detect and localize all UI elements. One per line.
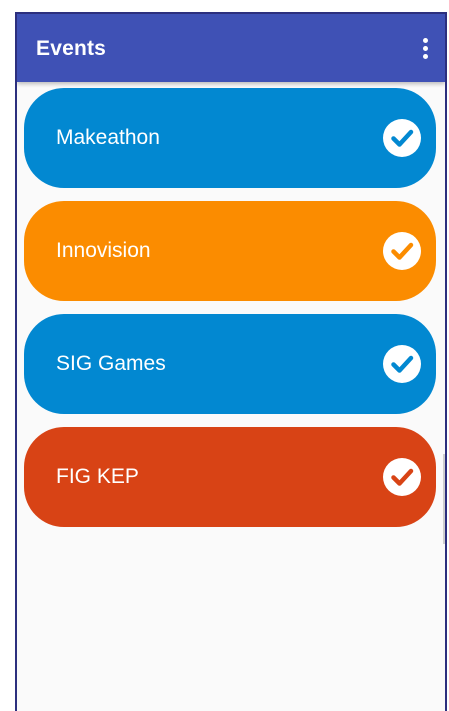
check-circle-icon[interactable] — [383, 232, 421, 270]
scroll-indicator — [443, 454, 445, 544]
event-card-innovision[interactable]: Innovision — [24, 201, 436, 301]
check-circle-icon[interactable] — [383, 119, 421, 157]
event-label: Innovision — [56, 239, 151, 262]
page-title: Events — [36, 37, 107, 60]
check-circle-icon[interactable] — [383, 458, 421, 496]
overflow-menu-button[interactable] — [413, 32, 437, 64]
app-screen: Events Makeathon Innovision SIG Games FI… — [15, 12, 447, 711]
event-label: FIG KEP — [56, 465, 139, 488]
event-card-makeathon[interactable]: Makeathon — [24, 88, 436, 188]
event-card-fig-kep[interactable]: FIG KEP — [24, 427, 436, 527]
app-bar: Events — [17, 14, 445, 82]
event-label: Makeathon — [56, 126, 160, 149]
more-vert-icon — [422, 37, 428, 43]
event-label: SIG Games — [56, 352, 166, 375]
more-vert-icon-dot — [422, 53, 428, 59]
event-card-sig-games[interactable]: SIG Games — [24, 314, 436, 414]
check-circle-icon[interactable] — [383, 345, 421, 383]
more-vert-icon-dot — [422, 45, 428, 51]
